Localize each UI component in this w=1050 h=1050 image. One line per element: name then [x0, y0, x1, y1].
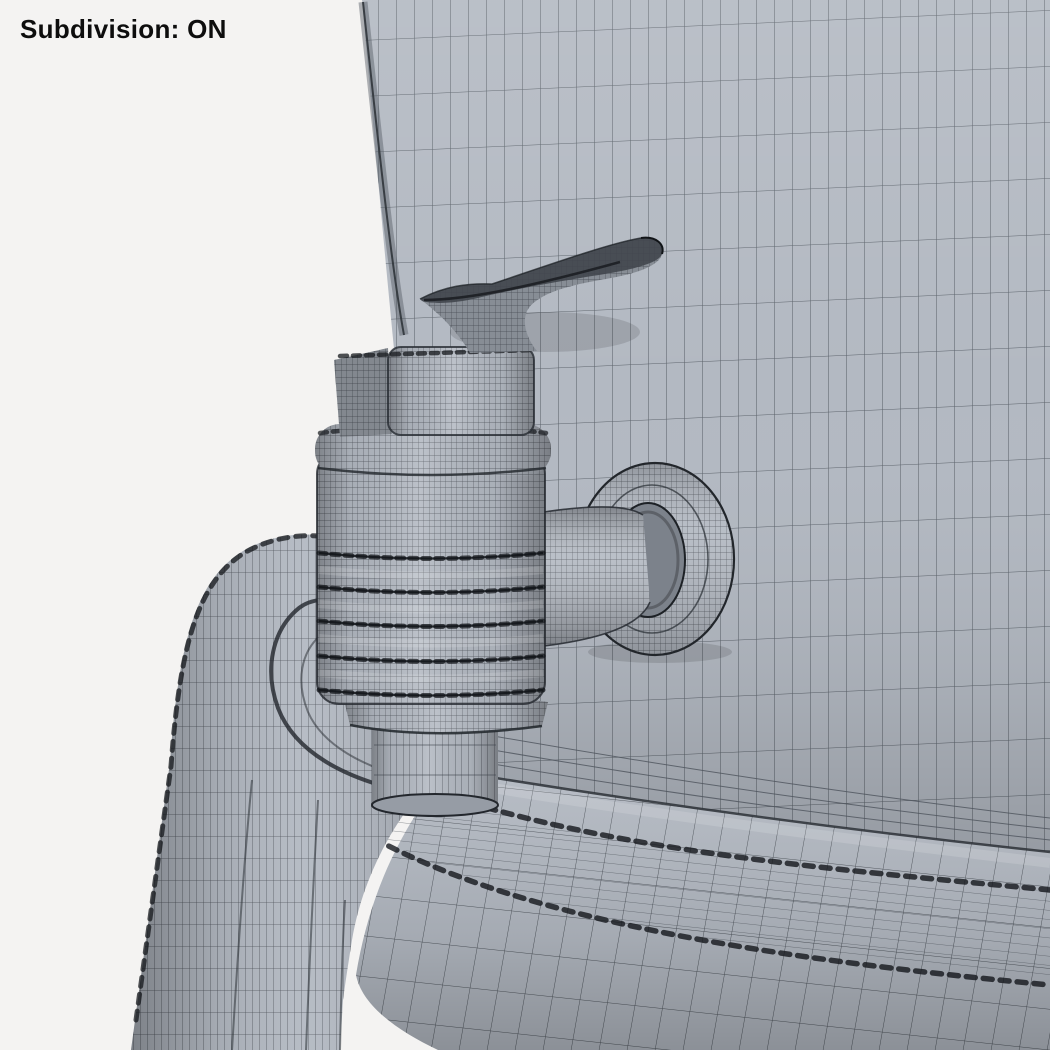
subdivision-label: Subdivision: ON	[20, 14, 227, 44]
render-viewport: Subdivision: ON	[0, 0, 1050, 1050]
tap-body	[316, 451, 546, 705]
wireframe-scene	[0, 0, 1050, 1050]
tap-hex-nut	[334, 346, 535, 437]
